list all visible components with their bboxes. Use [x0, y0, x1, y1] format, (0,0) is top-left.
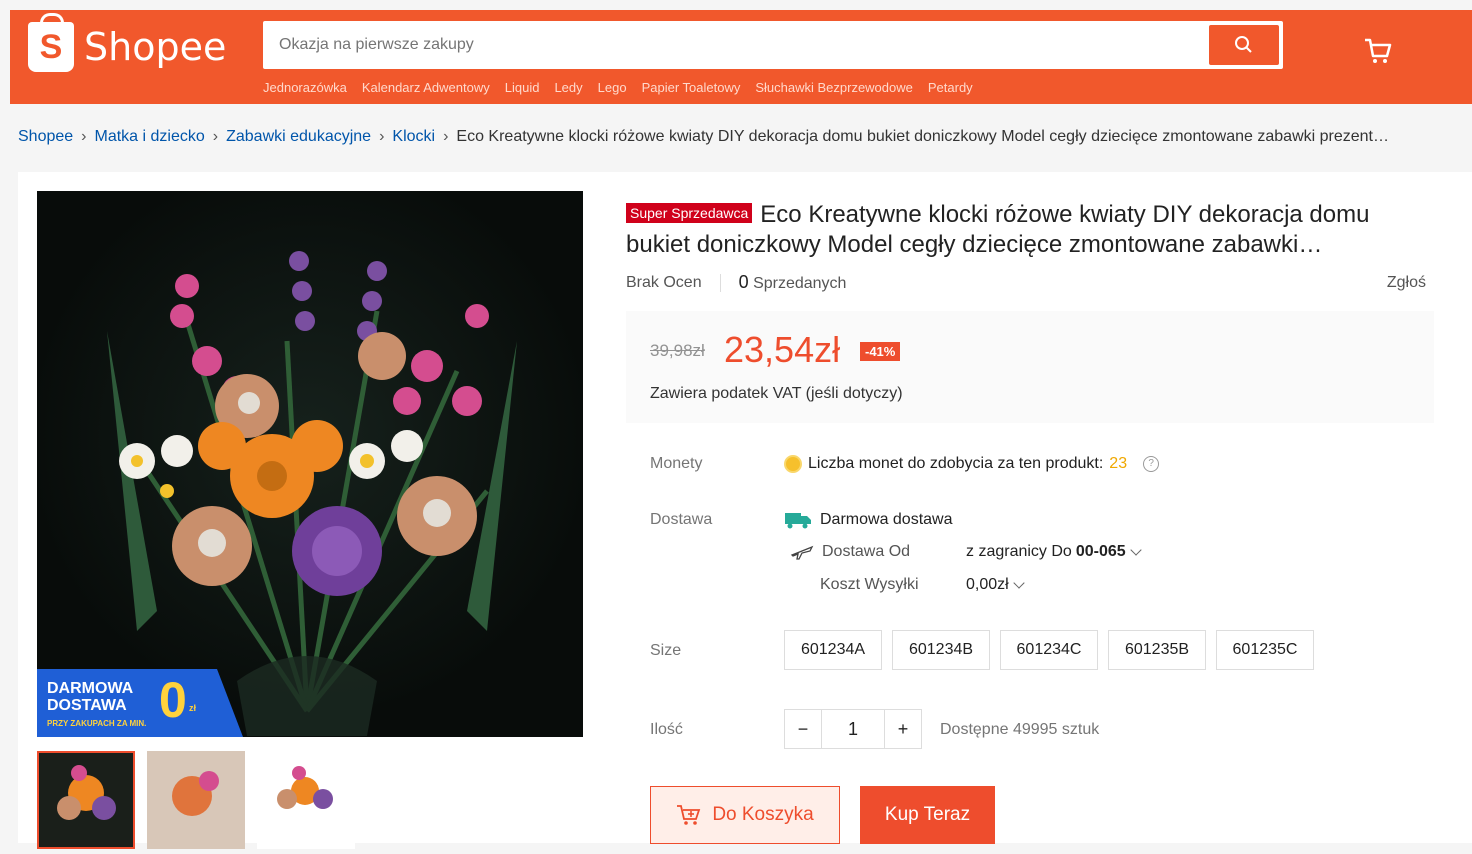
breadcrumb-current: Eco Kreatywne klocki różowe kwiaty DIY d… [456, 128, 1389, 145]
size-label: Size [650, 642, 682, 659]
sold-count: 0 Sprzedanych [721, 272, 847, 293]
coins-text: Liczba monet do zdobycia za ten produkt: [808, 455, 1104, 472]
hotword-link[interactable]: Słuchawki Bezprzewodowe [755, 80, 913, 95]
quantity-decrease-button[interactable]: − [785, 710, 821, 748]
quantity-input[interactable]: 1 [821, 710, 885, 748]
size-options: 601234A 601234B 601234C 601235B 601235C [784, 630, 1314, 670]
shipping-cost[interactable]: 0,00zł [966, 576, 1025, 594]
search-icon [1235, 36, 1252, 53]
breadcrumb: Shopee › Matka i dziecko › Zabawki eduka… [18, 128, 1461, 146]
coins-label: Monety [650, 455, 703, 472]
shipping-destination[interactable]: z zagranicy Do 00-065 [966, 543, 1142, 561]
search-button[interactable] [1209, 25, 1279, 65]
logo-text: Shopee [84, 25, 227, 69]
shipping-from-label: Dostawa Od [822, 543, 911, 560]
product-main-image[interactable]: DARMOWA DOSTAWA PRZY ZAKUPACH ZA MIN. 0 … [37, 191, 583, 737]
size-option[interactable]: 601234A [784, 630, 882, 670]
breadcrumb-link[interactable]: Klocki [392, 128, 435, 146]
cart-icon[interactable] [1363, 36, 1393, 71]
hotword-link[interactable]: Petardy [928, 80, 973, 95]
thumbnail-1[interactable] [37, 751, 135, 849]
size-option[interactable]: 601234B [892, 630, 990, 670]
quantity-increase-button[interactable]: + [885, 710, 921, 748]
shopee-bag-icon: S [28, 13, 74, 72]
banner-zero: 0 [159, 672, 187, 728]
breadcrumb-link[interactable]: Shopee [18, 128, 73, 146]
help-icon[interactable]: ? [1143, 456, 1160, 472]
sold-number: 0 [738, 272, 749, 292]
buy-now-button[interactable]: Kup Teraz [860, 786, 995, 844]
thumbnail-2[interactable] [147, 751, 245, 849]
shipping-cost-label: Koszt Wysyłki [820, 576, 919, 593]
coins-info: Liczba monet do zdobycia za ten produkt:… [784, 455, 1160, 473]
price-box: 39,98zł 23,54zł -41% Zawiera podatek VAT… [626, 311, 1434, 423]
breadcrumb-link[interactable]: Matka i dziecko [95, 128, 205, 146]
shipping-cost-value: 0,00zł [966, 576, 1009, 593]
current-price: 23,54zł [724, 329, 841, 370]
chevron-down-icon [1129, 543, 1142, 556]
free-shipping-text: Darmowa dostawa [820, 511, 953, 528]
banner-title-1: DARMOWA [47, 680, 134, 697]
rating-text: Brak Ocen [626, 273, 721, 292]
logo-letter: S [39, 27, 63, 66]
coin-icon [784, 455, 802, 473]
add-to-cart-icon [677, 805, 701, 825]
shipping-label: Dostawa [650, 511, 713, 528]
sold-label: Sprzedanych [753, 275, 847, 292]
search-input[interactable] [263, 21, 1193, 69]
quantity-stepper: − 1 + [784, 709, 922, 749]
flower-bouquet-image [107, 251, 517, 736]
hotword-link[interactable]: Lego [598, 80, 627, 95]
add-to-cart-button[interactable]: Do Koszyka [650, 786, 840, 844]
banner-currency: zł [189, 703, 197, 713]
search-bar [263, 21, 1283, 69]
free-shipping-line: Darmowa dostawa [784, 511, 953, 529]
breadcrumb-separator: › [81, 128, 87, 145]
top-header: S Shopee Jednorazówka Kalendarz Adwentow… [10, 10, 1472, 104]
postal-code: 00-065 [1075, 543, 1126, 560]
breadcrumb-separator: › [212, 128, 219, 145]
search-hotwords: Jednorazówka Kalendarz Adwentowy Liquid … [263, 80, 973, 95]
shipping-from-value: z zagranicy Do [966, 543, 1072, 560]
shipping-from-line: Dostawa Od [790, 543, 910, 561]
add-to-cart-label: Do Koszyka [712, 804, 814, 825]
product-stats: Brak Ocen 0 Sprzedanych Zgłoś [626, 272, 1426, 293]
stock-available: Dostępne 49995 sztuk [940, 721, 1100, 738]
size-option[interactable]: 601235C [1216, 630, 1314, 670]
size-option[interactable]: 601235B [1108, 630, 1206, 670]
hotword-link[interactable]: Papier Toaletowy [642, 80, 741, 95]
hotword-link[interactable]: Kalendarz Adwentowy [362, 80, 490, 95]
free-shipping-banner: DARMOWA DOSTAWA PRZY ZAKUPACH ZA MIN. 0 … [37, 669, 243, 737]
thumbnail-3[interactable] [257, 751, 355, 849]
chevron-down-icon [1013, 576, 1025, 589]
hotword-link[interactable]: Jednorazówka [263, 80, 347, 95]
super-seller-badge: Super Sprzedawca [626, 203, 753, 223]
original-price: 39,98zł [650, 341, 705, 360]
thumbnail-strip [37, 751, 355, 849]
plane-icon [790, 545, 814, 560]
hotword-link[interactable]: Liquid [505, 80, 540, 95]
breadcrumb-separator: › [443, 128, 449, 145]
product-title-block: Super Sprzedawca Eco Kreatywne klocki róż… [626, 200, 1436, 260]
coins-value: 23 [1109, 455, 1128, 472]
quantity-label: Ilość [650, 721, 683, 738]
discount-badge: -41% [860, 342, 901, 361]
size-option[interactable]: 601234C [1000, 630, 1098, 670]
breadcrumb-separator: › [379, 128, 385, 145]
hotword-link[interactable]: Ledy [554, 80, 582, 95]
free-shipping-truck-icon [785, 513, 811, 529]
shipping-cost-label-wrap: Koszt Wysyłki [820, 576, 919, 594]
breadcrumb-link[interactable]: Zabawki edukacyjne [226, 128, 371, 146]
banner-title-2: DOSTAWA [47, 697, 127, 714]
banner-small-text: PRZY ZAKUPACH ZA MIN. [47, 719, 147, 728]
shopee-logo[interactable]: S Shopee [28, 13, 227, 72]
vat-note: Zawiera podatek VAT (jeśli dotyczy) [650, 385, 903, 402]
report-link[interactable]: Zgłoś [1387, 274, 1426, 292]
